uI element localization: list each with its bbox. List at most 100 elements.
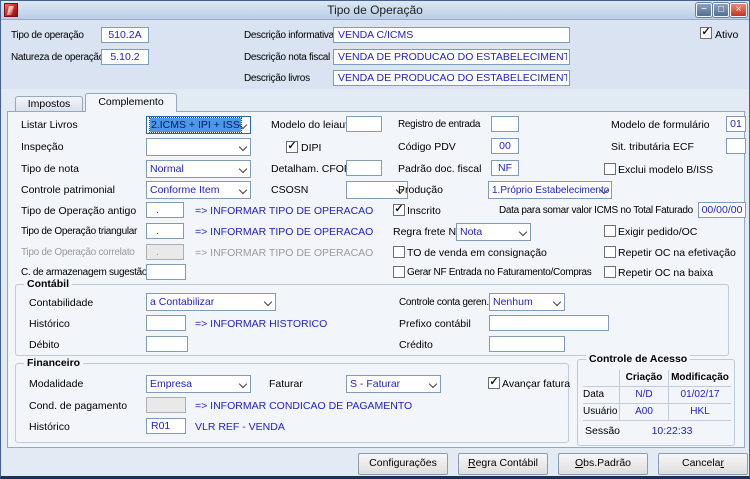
controle-patrimonial-combo[interactable]: Conforme Item [146, 181, 251, 199]
sessao-value: 10:22:33 [619, 425, 725, 437]
to-venda-consignacao-checkbox[interactable] [393, 246, 405, 258]
cancelar-button[interactable]: Cancelar [658, 453, 748, 475]
regra-contabil-button[interactable]: Regra Contábil [458, 453, 548, 475]
inspecao-label: Inspeção [21, 141, 64, 153]
repetir-oc-efetivacao-label: Repetir OC na efetivação [618, 247, 736, 259]
controle-patrimonial-value: Conforme Item [150, 184, 219, 196]
data-criacao-value: N/D [619, 387, 668, 403]
cond-pagamento-hint: => INFORMAR CONDICAO DE PAGAMENTO [195, 400, 412, 412]
minimize-button[interactable]: − [696, 3, 712, 17]
producao-label: Produção [398, 184, 443, 196]
tipo-de-operacao-dialog: Tipo de Operação − □ × Tipo de operação … [0, 0, 750, 479]
dipi-checkbox[interactable] [286, 141, 298, 153]
contabil-group-title: Contábil [24, 278, 72, 290]
listar-livros-label: Listar Livros [21, 119, 78, 131]
chevron-down-icon [239, 186, 247, 194]
tipo-nota-value: Normal [150, 163, 184, 175]
inscrito-checkbox[interactable] [393, 204, 405, 216]
c-armazenagem-input[interactable] [146, 264, 186, 280]
modelo-leiaute-input[interactable] [346, 116, 382, 132]
modalidade-value: Empresa [150, 378, 192, 390]
chevron-down-icon [519, 228, 527, 236]
maximize-button[interactable]: □ [713, 3, 729, 17]
sessao-label: Sessão [585, 425, 620, 437]
credito-label: Crédito [399, 339, 433, 351]
repetir-oc-efetivacao-checkbox[interactable] [604, 246, 616, 258]
chevron-down-icon [553, 298, 561, 306]
repetir-oc-baixa-checkbox[interactable] [604, 266, 616, 278]
tipo-operacao-triangular-label: Tipo de Operação triangular [21, 226, 137, 237]
gerar-nf-entrada-label: Gerar NF Entrada no Faturamento/Compras [407, 267, 592, 278]
inspecao-combo[interactable] [146, 138, 251, 156]
tipo-operacao-correlato-hint: => INFORMAR TIPO DE OPERACAO [195, 247, 373, 259]
modalidade-combo[interactable]: Empresa [146, 375, 251, 393]
tipo-operacao-triangular-input[interactable] [146, 223, 184, 239]
data-somar-icms-label: Data para somar valor ICMS no Total Fatu… [499, 205, 693, 216]
padrao-doc-fiscal-input[interactable] [491, 160, 519, 176]
tab-complemento[interactable]: Complemento [85, 93, 177, 112]
registro-entrada-input[interactable] [491, 116, 519, 132]
contabilidade-label: Contabilidade [29, 297, 93, 309]
detalham-cfop-input[interactable] [346, 160, 382, 176]
ativo-checkbox[interactable] [700, 27, 712, 39]
controle-patrimonial-label: Controle patrimonial [21, 184, 115, 196]
prefixo-contabil-input[interactable] [489, 315, 609, 331]
modelo-formulario-input[interactable] [726, 116, 746, 132]
controle-conta-geren-combo[interactable]: Nenhum [489, 293, 565, 311]
data-somar-icms-input[interactable] [698, 202, 746, 218]
tab-impostos[interactable]: Impostos [15, 96, 83, 111]
avancar-fatura-checkbox[interactable] [488, 377, 500, 389]
cond-pagamento-input [146, 397, 186, 413]
chevron-down-icon [239, 165, 247, 173]
listar-livros-combo[interactable]: 2.ICMS + IPI + ISS [146, 116, 251, 134]
faturar-label: Faturar [269, 378, 303, 390]
credito-input[interactable] [489, 336, 565, 352]
table-row-usuario: Usuário A00 HKL [583, 404, 731, 421]
tipo-operacao-triangular-hint: => INFORMAR TIPO DE OPERACAO [195, 226, 373, 238]
controle-conta-geren-value: Nenhum [493, 296, 533, 308]
codigo-pdv-label: Código PDV [398, 141, 456, 153]
tipo-operacao-input[interactable] [101, 27, 149, 43]
exclui-modelo-biss-checkbox[interactable] [604, 163, 616, 175]
tipo-operacao-correlato-label: Tipo de Operação correlato [21, 247, 135, 258]
descricao-informativa-label: Descrição informativa [244, 30, 334, 41]
gerar-nf-entrada-checkbox[interactable] [393, 266, 405, 278]
close-button[interactable]: × [730, 3, 747, 17]
natureza-operacao-input[interactable] [101, 49, 149, 65]
debito-input[interactable] [146, 336, 188, 352]
producao-combo[interactable]: 1.Próprio Estabelecimento [488, 181, 612, 199]
prefixo-contabil-label: Prefixo contábil [399, 318, 471, 330]
descricao-livros-label: Descrição livros [244, 73, 310, 84]
contabilidade-combo[interactable]: a Contabilizar [146, 293, 276, 311]
codigo-pdv-input[interactable] [491, 138, 519, 154]
faturar-combo[interactable]: S - Faturar [346, 375, 441, 393]
controle-conta-geren-label: Controle conta geren. [399, 297, 489, 308]
data-label: Data [583, 387, 619, 403]
contabil-historico-label: Histórico [29, 318, 70, 330]
usuario-label: Usuário [583, 404, 619, 420]
c-armazenagem-label: C. de armazenagem sugestão [21, 267, 147, 278]
controle-acesso-group-title: Controle de Acesso [586, 353, 690, 365]
header-modificacao: Modificação [668, 370, 731, 386]
debito-label: Débito [29, 339, 59, 351]
faturar-value: S - Faturar [350, 378, 400, 390]
tipo-operacao-antigo-input[interactable] [146, 202, 184, 218]
sit-tributaria-ecf-input[interactable] [726, 138, 746, 154]
header-blank-cell [583, 370, 619, 386]
avancar-fatura-label: Avançar fatura [502, 378, 570, 390]
obs-padrao-button[interactable]: Obs.Padrão [558, 453, 648, 475]
financeiro-historico-input[interactable] [146, 418, 186, 434]
contabil-historico-input[interactable] [146, 315, 186, 331]
regra-frete-nfe-combo[interactable]: Nota [456, 223, 531, 241]
tipo-operacao-label: Tipo de operação [11, 30, 84, 41]
configuracoes-button[interactable]: Configurações [358, 453, 448, 475]
tipo-nota-combo[interactable]: Normal [146, 160, 251, 178]
chevron-down-icon [239, 380, 247, 388]
descricao-nota-fiscal-input[interactable] [333, 49, 570, 65]
descricao-livros-input[interactable] [333, 70, 570, 86]
financeiro-historico-hint: VLR REF - VENDA [195, 421, 285, 433]
exigir-pedido-oc-checkbox[interactable] [604, 225, 616, 237]
financeiro-group-title: Financeiro [24, 357, 83, 369]
inscrito-label: Inscrito [407, 205, 441, 217]
descricao-informativa-input[interactable] [333, 27, 570, 43]
